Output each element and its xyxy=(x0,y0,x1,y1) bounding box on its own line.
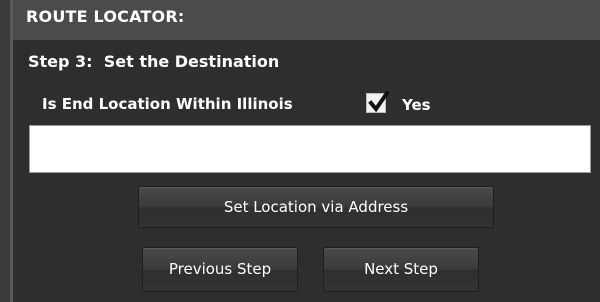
within-illinois-checkbox[interactable] xyxy=(366,91,390,113)
panel-title: ROUTE LOCATOR: xyxy=(26,7,185,26)
panel-header: ROUTE LOCATOR: xyxy=(10,0,600,40)
next-step-button[interactable]: Next Step xyxy=(323,247,479,292)
route-locator-panel: ROUTE LOCATOR: Step 3: Set the Destinati… xyxy=(0,0,600,302)
yes-label: Yes xyxy=(402,96,431,114)
previous-step-button[interactable]: Previous Step xyxy=(142,247,298,292)
panel-left-edge xyxy=(0,0,10,302)
checkmark-icon xyxy=(368,91,390,113)
set-location-via-address-button[interactable]: Set Location via Address xyxy=(138,186,494,228)
step-title: Step 3: Set the Destination xyxy=(28,52,280,71)
end-location-question: Is End Location Within Illinois xyxy=(42,95,293,113)
destination-input[interactable] xyxy=(29,125,591,173)
panel-left-divider xyxy=(10,0,13,302)
